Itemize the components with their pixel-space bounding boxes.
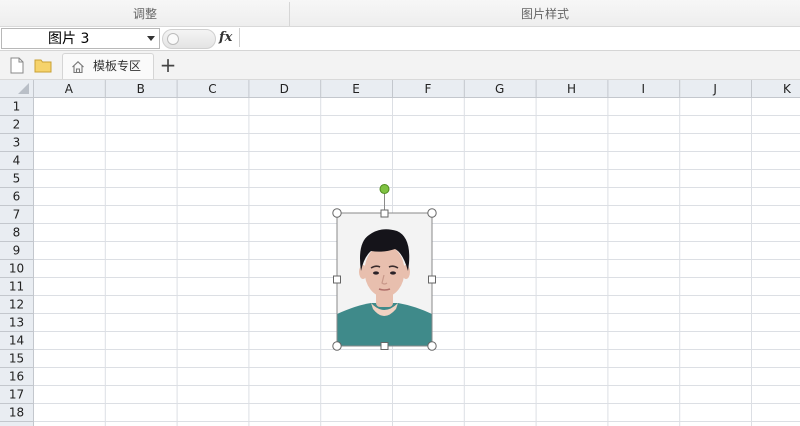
row-header-1[interactable]: 1 (13, 100, 21, 114)
column-header-a[interactable]: A (65, 82, 74, 96)
row-header-18[interactable]: 18 (9, 406, 24, 420)
open-folder-icon[interactable] (34, 57, 52, 73)
tab-template-zone[interactable]: 模板专区 (62, 53, 154, 79)
row-header-17[interactable]: 17 (9, 388, 24, 402)
ribbon-group-bar: 调整 图片样式 (0, 0, 800, 27)
row-header-8[interactable]: 8 (13, 226, 21, 240)
tab-label: 模板专区 (93, 59, 142, 73)
photo-shirt (337, 303, 432, 346)
row-header-9[interactable]: 9 (13, 244, 21, 258)
name-box[interactable]: 图片 3 (1, 28, 160, 49)
formula-zoom-toggle[interactable] (162, 29, 216, 49)
portrait-photo[interactable] (337, 213, 432, 346)
column-header-h[interactable]: H (567, 82, 576, 96)
row-header-12[interactable]: 12 (9, 298, 24, 312)
column-header-k[interactable]: K (783, 82, 792, 96)
new-document-icon[interactable] (10, 57, 24, 74)
chevron-down-icon[interactable] (147, 36, 155, 41)
insert-function-icon[interactable]: fx (219, 28, 237, 48)
ribbon-group-adjust: 调整 (132, 7, 157, 21)
row-header-16[interactable]: 16 (9, 370, 24, 384)
ribbon-group-picture-style: 图片样式 (520, 7, 569, 21)
row-header-3[interactable]: 3 (13, 136, 21, 150)
photo-eye-right (390, 271, 396, 275)
row-header-11[interactable]: 11 (9, 280, 24, 294)
row-header-10[interactable]: 10 (9, 262, 24, 276)
column-header-e[interactable]: E (352, 82, 360, 96)
photo-eye-left (373, 271, 379, 275)
column-header-j[interactable]: J (712, 82, 717, 96)
tab-strip: 模板专区 + (0, 51, 800, 80)
row-header-7[interactable]: 7 (13, 208, 21, 222)
add-tab-button[interactable]: + (156, 53, 180, 77)
row-header-13[interactable]: 13 (9, 316, 24, 330)
zoom-magnifier-icon (167, 33, 179, 45)
row-header-15[interactable]: 15 (9, 352, 24, 366)
column-header-c[interactable]: C (208, 82, 216, 96)
column-header-f[interactable]: F (424, 82, 431, 96)
row-header-6[interactable]: 6 (13, 190, 21, 204)
column-header-b[interactable]: B (137, 82, 145, 96)
row-header-4[interactable]: 4 (13, 154, 21, 168)
row-header-14[interactable]: 14 (9, 334, 24, 348)
selected-picture[interactable] (337, 213, 432, 346)
row-header-5[interactable]: 5 (13, 172, 21, 186)
formula-bar: 图片 3 fx (0, 27, 800, 51)
column-header-g[interactable]: G (495, 82, 504, 96)
column-header-d[interactable]: D (280, 82, 289, 96)
home-icon (72, 61, 84, 74)
name-box-value: 图片 3 (48, 31, 90, 47)
row-header-2[interactable]: 2 (13, 118, 21, 132)
formula-input[interactable] (239, 28, 798, 47)
column-header-i[interactable]: I (642, 82, 646, 96)
